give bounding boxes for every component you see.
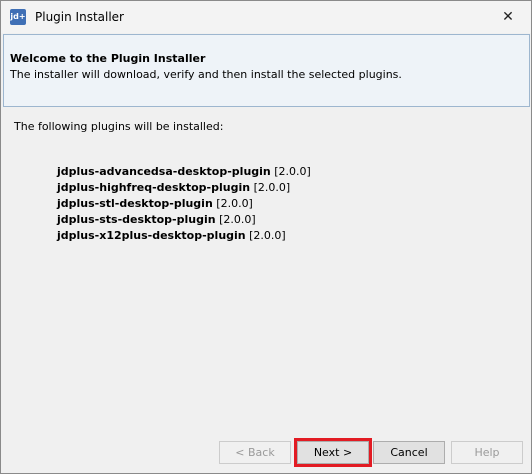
plugin-version: [2.0.0]: [253, 181, 291, 194]
close-icon[interactable]: ✕: [485, 1, 531, 33]
app-icon: jd+: [10, 9, 26, 25]
list-item: jdplus-sts-desktop-plugin [2.0.0]: [57, 212, 311, 228]
plugin-installer-window: jd+ Plugin Installer ✕ Welcome to the Pl…: [0, 0, 532, 474]
list-item: jdplus-stl-desktop-plugin [2.0.0]: [57, 196, 311, 212]
plugin-name: jdplus-stl-desktop-plugin: [57, 197, 213, 210]
plugin-version: [2.0.0]: [216, 197, 253, 210]
cancel-button[interactable]: Cancel: [373, 441, 445, 464]
header-description: The installer will download, verify and …: [10, 68, 402, 81]
plugin-version: [2.0.0]: [219, 213, 256, 226]
plugin-version: [2.0.0]: [249, 229, 286, 242]
plugin-list: jdplus-advancedsa-desktop-plugin [2.0.0]…: [57, 164, 311, 244]
list-item: jdplus-advancedsa-desktop-plugin [2.0.0]: [57, 164, 311, 180]
plugin-name: jdplus-x12plus-desktop-plugin: [57, 229, 246, 242]
intro-text: The following plugins will be installed:: [14, 120, 224, 133]
list-item: jdplus-highfreq-desktop-plugin [2.0.0]: [57, 180, 311, 196]
plugin-name: jdplus-highfreq-desktop-plugin: [57, 181, 251, 194]
back-button[interactable]: < Back: [219, 441, 291, 464]
plugin-name: jdplus-advancedsa-desktop-plugin: [57, 165, 271, 178]
window-title: Plugin Installer: [35, 10, 124, 24]
header-title: Welcome to the Plugin Installer: [10, 52, 206, 65]
header-panel: Welcome to the Plugin Installer The inst…: [3, 34, 530, 107]
next-button[interactable]: Next >: [294, 438, 372, 467]
title-bar[interactable]: jd+ Plugin Installer ✕: [1, 1, 531, 33]
plugin-version: [2.0.0]: [274, 165, 311, 178]
help-button[interactable]: Help: [451, 441, 523, 464]
plugin-name: jdplus-sts-desktop-plugin: [57, 213, 216, 226]
list-item: jdplus-x12plus-desktop-plugin [2.0.0]: [57, 228, 311, 244]
